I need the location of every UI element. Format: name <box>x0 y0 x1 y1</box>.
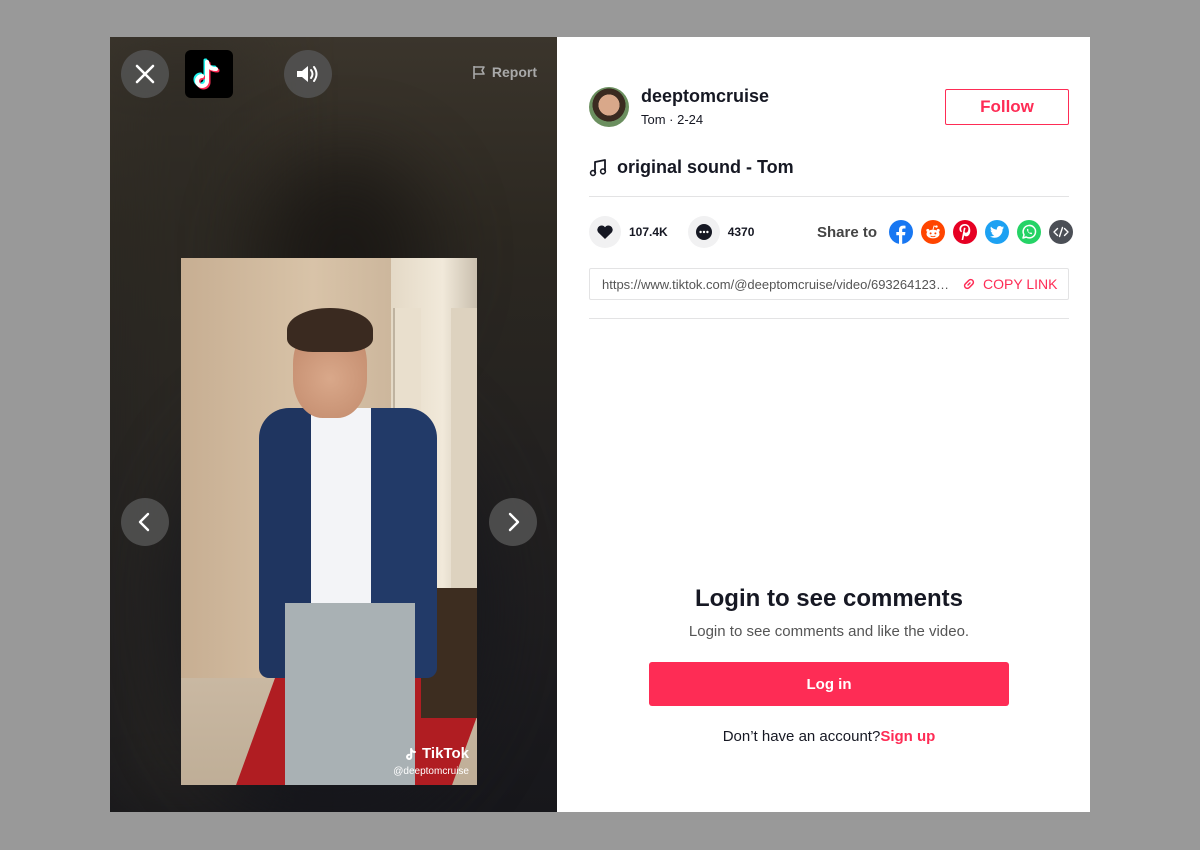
video-frame[interactable]: TikTok @deeptomcruise <box>181 258 477 785</box>
share-reddit-button[interactable] <box>921 220 946 244</box>
share-whatsapp-button[interactable] <box>1017 220 1042 244</box>
music-link[interactable]: original sound - Tom <box>589 157 794 178</box>
comment-button[interactable] <box>687 216 720 248</box>
flag-icon <box>473 65 485 79</box>
signup-link[interactable]: Sign up <box>880 728 935 745</box>
twitter-icon <box>990 226 1005 238</box>
video-watermark: TikTok @deeptomcruise <box>393 745 469 777</box>
copy-link-button[interactable]: COPY LINK <box>962 276 1057 292</box>
share-facebook-button[interactable] <box>889 220 914 244</box>
author-block[interactable]: deeptomcruise Tom · 2-24 <box>589 86 769 127</box>
divider <box>589 318 1069 319</box>
watermark-brand: TikTok <box>393 745 469 762</box>
reddit-icon <box>926 225 940 239</box>
whatsapp-icon <box>1022 224 1037 239</box>
comment-stat[interactable]: 4370 <box>687 216 755 248</box>
video-modal: Report TikTok @deeptomcruise deeptomcrui… <box>110 37 1090 812</box>
previous-video-button[interactable] <box>121 498 169 546</box>
like-stat[interactable]: 107.4K <box>589 216 668 248</box>
share-twitter-button[interactable] <box>985 220 1010 244</box>
video-person-shirt <box>311 408 371 608</box>
music-note-icon <box>589 158 607 176</box>
like-button[interactable] <box>589 216 621 248</box>
no-account-text: Don’t have an account? <box>722 728 881 745</box>
like-count: 107.4K <box>629 225 668 239</box>
comment-icon <box>695 224 712 240</box>
pinterest-icon <box>959 224 971 240</box>
speaker-icon <box>297 66 318 82</box>
login-prompt: Login to see comments Login to see comme… <box>649 585 1009 745</box>
next-video-button[interactable] <box>489 498 537 546</box>
music-title: original sound - Tom <box>617 157 794 177</box>
comment-count: 4370 <box>727 225 755 239</box>
author-username[interactable]: deeptomcruise <box>641 86 769 107</box>
login-button[interactable]: Log in <box>649 662 1009 706</box>
heart-icon <box>597 225 613 239</box>
engagement-stats: 107.4K 4370 <box>589 216 774 248</box>
tiktok-icon <box>406 747 416 760</box>
share-label: Share to <box>817 223 878 241</box>
link-icon <box>963 278 975 290</box>
copy-link-label: COPY LINK <box>983 276 1058 292</box>
share-bar: Share to <box>817 220 1074 244</box>
follow-button[interactable]: Follow <box>945 89 1069 125</box>
author-subtitle: Tom · 2-24 <box>641 112 704 127</box>
video-info-panel: deeptomcruise Tom · 2-24 Follow original… <box>557 37 1090 812</box>
share-link-url[interactable]: https://www.tiktok.com/@deeptomcruise/vi… <box>602 277 952 292</box>
watermark-username: @deeptomcruise <box>393 766 469 777</box>
tiktok-icon <box>193 58 220 90</box>
login-title: Login to see comments <box>694 585 964 612</box>
share-pinterest-button[interactable] <box>953 220 978 244</box>
share-link-box[interactable]: https://www.tiktok.com/@deeptomcruise/vi… <box>589 268 1069 300</box>
close-button[interactable] <box>121 50 169 98</box>
signup-line: Don’t have an account?Sign up <box>649 728 1009 745</box>
facebook-icon <box>896 225 906 244</box>
author-text: deeptomcruise Tom · 2-24 <box>641 86 769 127</box>
close-icon <box>135 64 155 84</box>
avatar[interactable] <box>589 86 629 127</box>
chevron-right-icon <box>508 512 520 532</box>
embed-icon <box>1053 226 1069 238</box>
divider <box>589 196 1069 197</box>
report-button[interactable]: Report <box>472 64 537 80</box>
report-label: Report <box>491 64 537 80</box>
video-person-hair <box>287 308 373 352</box>
tiktok-logo[interactable] <box>185 50 233 98</box>
video-scene-column <box>451 308 477 598</box>
login-subtitle: Login to see comments and like the video… <box>688 623 970 640</box>
watermark-brand-label: TikTok <box>422 745 469 762</box>
chevron-left-icon <box>138 512 150 532</box>
volume-button[interactable] <box>284 50 332 98</box>
video-player[interactable]: Report TikTok @deeptomcruise <box>110 37 557 812</box>
share-embed-button[interactable] <box>1049 220 1074 244</box>
